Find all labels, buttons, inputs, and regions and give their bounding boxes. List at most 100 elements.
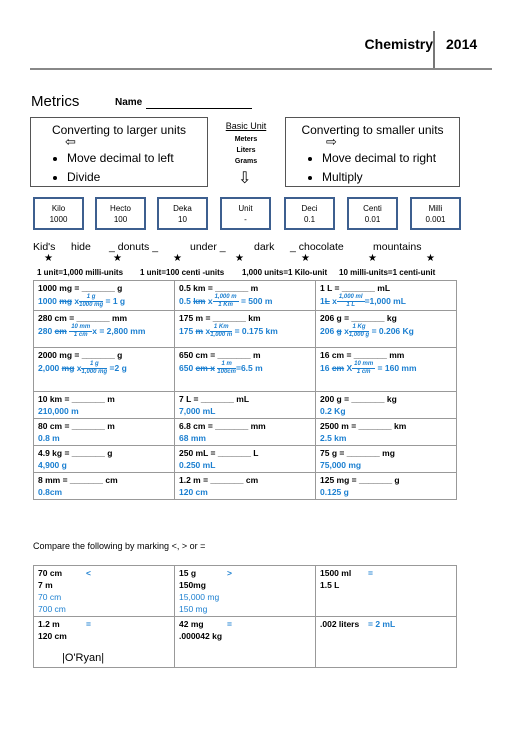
problem-cell[interactable]: 4.9 kg = _______ g 4,900 g xyxy=(33,445,175,473)
answer-result: =2 g xyxy=(107,362,127,373)
problem-cell[interactable]: 7 L = _______ mL 7,000 mL xyxy=(174,391,316,419)
cancelled-unit: mg xyxy=(61,362,75,373)
problem-cell[interactable]: 1.2 m = _______ cm 120 cm xyxy=(174,472,316,500)
problem-cell[interactable]: 10 km = _______ m 210,000 m xyxy=(33,391,175,419)
name-field[interactable] xyxy=(146,108,252,109)
conversion-factor: 1 Km 1,000 m xyxy=(210,324,233,339)
comparison-cell[interactable]: 70 cm <7 m 70 cm 700 cm xyxy=(33,565,175,617)
answer-result: = 500 m xyxy=(238,295,273,306)
problem-answer: 0.8cm xyxy=(38,487,63,497)
problem-cell[interactable]: 200 g = _______ kg 0.2 Kg xyxy=(315,391,457,419)
problem-cell[interactable]: 250 mL = _______ L 0.250 mL xyxy=(174,445,316,473)
comparison-left-ans: 15,000 mg xyxy=(179,592,220,602)
answer-value: 280 xyxy=(38,325,55,336)
table-row: 2000 mg = _______ g 2,000 mg x1 g 1,000 mg… xyxy=(33,347,457,392)
factor-denominator: 1000 mg xyxy=(79,302,104,308)
problem-answer: 7,000 mL xyxy=(179,406,216,416)
prefix-box-unit: Unit - xyxy=(220,197,271,230)
left-arrow-icon: ⇦ xyxy=(65,134,76,149)
comparison-op: = xyxy=(368,568,373,578)
prefix-value: - xyxy=(244,215,247,224)
basic-unit-title: Basic Unit xyxy=(225,121,267,131)
conversion-factor: 1 m 100cm xyxy=(217,361,236,376)
problem-cell[interactable]: 175 m = _______ km 175 m x1 Km 1,000 m = 0… xyxy=(174,310,316,348)
year: 2014 xyxy=(446,36,478,52)
answer-result: =6.5 m xyxy=(235,362,263,373)
star-icon: ★ xyxy=(113,253,122,264)
prefix-value: 1000 xyxy=(49,215,68,224)
table-row: 280 cm = _______ mm 280 cm 10 mm 1 cm x = 2… xyxy=(33,310,457,348)
problem-cell[interactable]: 2000 mg = _______ g 2,000 mg x1 g 1,000 mg… xyxy=(33,347,175,392)
problem-question: 6.8 cm = _______ mm xyxy=(179,421,266,431)
comparison-left: 15 g xyxy=(179,568,197,578)
comparison-op: < xyxy=(86,568,91,578)
problem-cell[interactable]: 75 g = _______ mg 75,000 mg xyxy=(315,445,457,473)
larger-bullet: Move decimal to left xyxy=(67,149,207,168)
problem-question: 7 L = _______ mL xyxy=(179,394,250,404)
problem-cell[interactable]: 16 cm = _______ mm 16 cm X 10 mm 1 cm = 160… xyxy=(315,347,457,392)
problem-answer: 650 cm x 1 m 100cm =6.5 m xyxy=(179,361,311,376)
mnemonic-word: Kid's xyxy=(33,241,56,253)
answer-result: = 1 g xyxy=(103,295,126,306)
problem-cell[interactable]: 125 mg = _______ g 0.125 g xyxy=(315,472,457,500)
problem-cell[interactable]: 0.5 km = _______ m 0.5 km x 1,000 m1 Km = … xyxy=(174,280,316,311)
table-row: 80 cm = _______ m 0.8 m 6.8 cm = _______ m… xyxy=(33,418,457,446)
mnemonic-word: _ donuts _ xyxy=(109,241,159,253)
factor-denominator: 1,000 g xyxy=(348,332,370,338)
answer-result: x = 2,800 mm xyxy=(92,325,146,336)
comparison-right: 1.5 L xyxy=(320,580,340,590)
table-row: 10 km = _______ m 210,000 m 7 L = _______ … xyxy=(33,391,457,419)
star-icon: ★ xyxy=(44,253,53,264)
problem-answer: 120 cm xyxy=(179,487,208,497)
problem-question: 10 km = _______ m xyxy=(38,394,115,404)
problem-cell[interactable]: 1 L = _______ mL 1L x 1,000 ml 1 L =1,000 mL xyxy=(315,280,457,311)
problem-cell[interactable]: 80 cm = _______ m 0.8 m xyxy=(33,418,175,446)
prefix-value: 0.01 xyxy=(364,215,381,224)
prefix-box-deka: Deka 10 xyxy=(157,197,208,230)
prefix-box-kilo: Kilo 1000 xyxy=(33,197,84,230)
problem-answer: 0.2 Kg xyxy=(320,406,346,416)
prefix-value: 10 xyxy=(178,215,187,224)
problem-cell[interactable]: 1000 mg = _______ g 1000 mg x1 g 1000 mg =… xyxy=(33,280,175,311)
answer-value: 206 xyxy=(320,325,337,336)
mnemonic-word: dark xyxy=(254,241,275,253)
problem-cell[interactable]: 2500 m = _______ km 2.5 km xyxy=(315,418,457,446)
comparison-cell[interactable]: 15 g >150mg 15,000 mg 150 mg xyxy=(174,565,316,617)
mnemonic-word: _ chocolate xyxy=(290,241,344,253)
factor-numerator: 1 Km xyxy=(210,324,233,332)
comparison-work xyxy=(320,591,452,615)
prefix-name: Kilo xyxy=(51,204,66,213)
answer-result: =1,000 mL xyxy=(364,295,406,306)
comparison-cell[interactable]: 42 mg = .000042 kg xyxy=(174,616,316,668)
comparison-cell[interactable]: .002 liters = 2 mL xyxy=(315,616,457,668)
factor-numerator: 1 m xyxy=(217,361,236,369)
factor-numerator: 1,000 ml xyxy=(336,294,365,302)
problem-cell[interactable]: 6.8 cm = _______ mm 68 mm xyxy=(174,418,316,446)
factor-numerator: 1,000 m xyxy=(212,294,239,302)
mnemonic-word: hide xyxy=(71,241,91,253)
problem-cell[interactable]: 8 mm = _______ cm 0.8cm xyxy=(33,472,175,500)
conversion-factor: 1 Kg 1,000 g xyxy=(348,324,370,339)
problem-question: 16 cm = _______ mm xyxy=(320,350,405,360)
problem-cell[interactable]: 280 cm = _______ mm 280 cm 10 mm 1 cm x = 2… xyxy=(33,310,175,348)
problem-answer: 1000 mg x1 g 1000 mg = 1 g xyxy=(38,294,170,309)
star-icon: ★ xyxy=(301,253,310,264)
comparison-left-ans: 70 cm xyxy=(38,592,62,602)
factor-denominator: 1 Km xyxy=(218,302,233,308)
comparison-cell[interactable]: 1500 ml = 1.5 L xyxy=(315,565,457,617)
table-row: 4.9 kg = _______ g 4,900 g 250 mL = ______… xyxy=(33,445,457,473)
comparison-right-ans: 150 mg xyxy=(179,604,208,614)
problem-cell[interactable]: 650 cm = _______ m 650 cm x 1 m 100cm =6.5 … xyxy=(174,347,316,392)
prefix-name: Deka xyxy=(173,204,192,213)
problem-question: 1 L = _______ mL xyxy=(320,283,391,293)
problem-answer: 2.5 km xyxy=(320,433,347,443)
problem-cell[interactable]: 206 g = _______ kg 206 g x1 Kg 1,000 g = 0… xyxy=(315,310,457,348)
comparison-right: 120 cm xyxy=(38,631,67,641)
factor-numerator: 10 mm xyxy=(69,324,93,332)
comparison-right: 7 m xyxy=(38,580,53,590)
compare-instructions: Compare the following by marking <, > or… xyxy=(33,541,206,551)
comparison-question: 1500 ml = 1.5 L xyxy=(320,567,452,591)
prefix-name: Deci xyxy=(301,204,318,213)
problem-answer: 2,000 mg x1 g 1,000 mg =2 g xyxy=(38,361,170,376)
factor-denominator: 100cm xyxy=(217,369,236,375)
